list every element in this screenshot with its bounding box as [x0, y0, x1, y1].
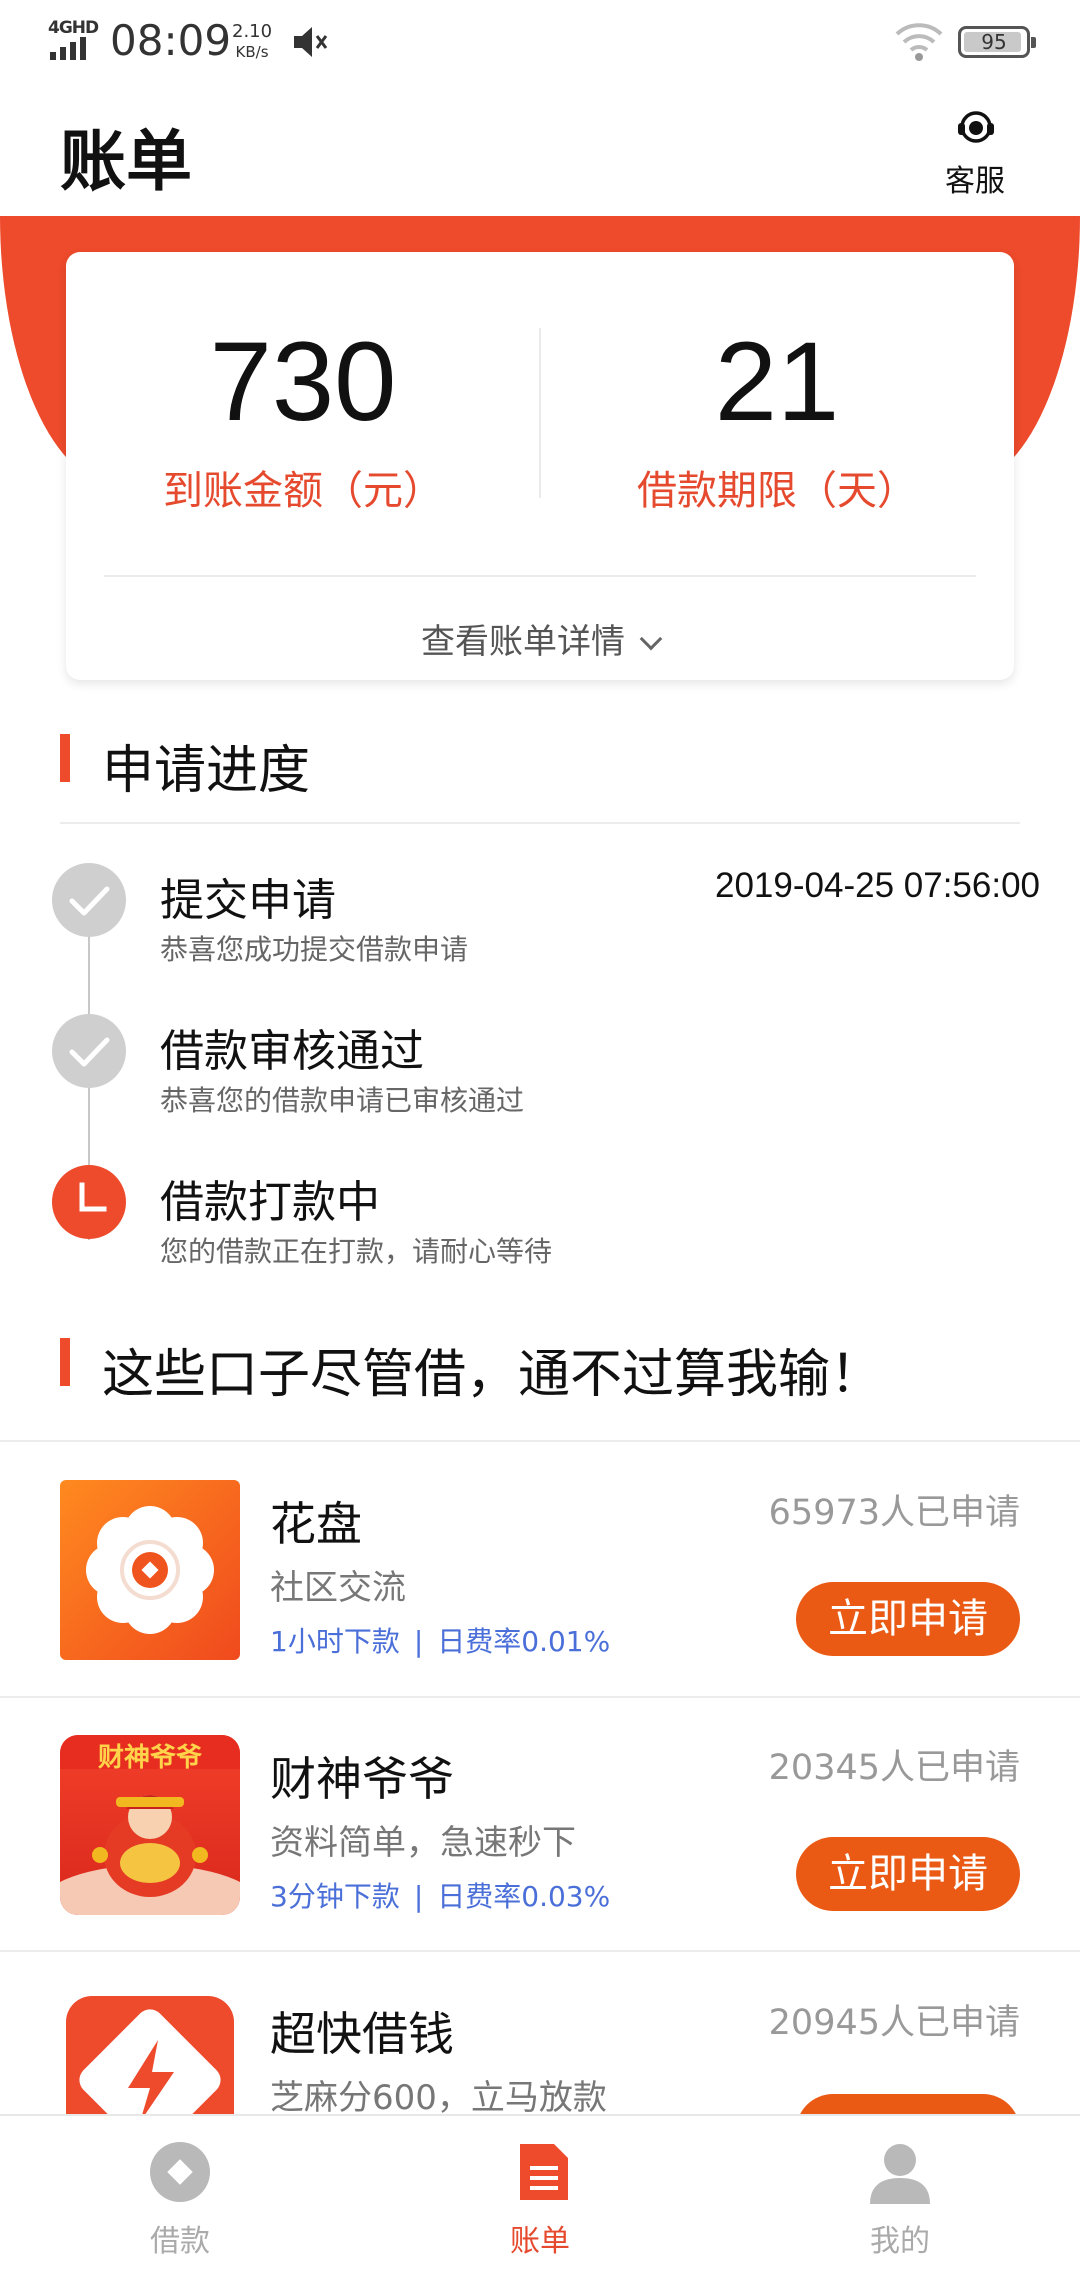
- clock-icon: [52, 1165, 126, 1239]
- loan-description: 资料简单，急速秒下: [270, 1823, 576, 1863]
- step-title: 借款打款中: [160, 1177, 380, 1228]
- apply-now-button[interactable]: 立即申请: [796, 1582, 1020, 1656]
- section-accent-bar: [60, 1338, 70, 1386]
- check-icon: [52, 863, 126, 937]
- step-title: 借款审核通过: [160, 1026, 424, 1077]
- view-bill-details-label: 查看账单详情: [421, 622, 625, 662]
- loan-tag-rate: 日费率0.03%: [437, 1880, 611, 1913]
- flower-logo-icon: [60, 1480, 240, 1660]
- network-speed: 2.10 KB/s: [232, 22, 272, 62]
- amount-label: 到账金额（元）: [163, 468, 443, 514]
- loan-tags: 3分钟下款 | 日费率0.03%: [270, 1875, 610, 1915]
- apply-now-button[interactable]: 立即申请: [796, 1837, 1020, 1911]
- mute-icon: [290, 22, 330, 62]
- loan-tag-speed: 3分钟下款: [270, 1880, 400, 1913]
- speed-value: 2.10: [232, 21, 273, 42]
- step-time: 2019-04-25 07:56:00: [715, 866, 1040, 905]
- customer-service-button[interactable]: 客服: [930, 102, 1020, 202]
- step-subtitle: 您的借款正在打款，请耐心等待: [160, 1235, 553, 1268]
- logo-text: 财神爷爷: [97, 1743, 202, 1773]
- loan-name: 花盘: [270, 1497, 362, 1551]
- progress-section-heading: 申请进度: [102, 741, 311, 801]
- network-type: 4GHD: [48, 18, 99, 38]
- view-bill-details-link[interactable]: 查看账单详情: [66, 614, 1014, 663]
- step-subtitle: 恭喜您成功提交借款申请: [160, 933, 469, 966]
- loan-description: 社区交流: [270, 1568, 406, 1608]
- signal-icon: 4GHD: [48, 18, 100, 60]
- tag-separator: |: [413, 1625, 424, 1658]
- loan-tag-speed: 1小时下款: [270, 1625, 400, 1658]
- diamond-icon: [148, 2140, 212, 2204]
- nav-item-mine[interactable]: 我的: [720, 2116, 1080, 2280]
- god-of-wealth-logo-icon: 财神爷爷: [60, 1735, 240, 1915]
- speed-unit: KB/s: [235, 43, 269, 61]
- user-icon: [868, 2140, 932, 2204]
- battery-icon: 95: [958, 26, 1036, 58]
- section-accent-bar: [60, 734, 70, 782]
- loan-description: 芝麻分600，立马放款: [270, 2078, 607, 2118]
- customer-service-label: 客服: [945, 164, 1005, 199]
- amount-value: 730: [209, 319, 397, 444]
- term-value: 21: [714, 319, 840, 444]
- card-divider: [104, 575, 976, 577]
- progress-divider: [60, 822, 1020, 824]
- nav-item-bill[interactable]: 账单: [360, 2116, 720, 2280]
- battery-level: 95: [981, 30, 1007, 54]
- list-divider: [0, 1696, 1080, 1698]
- recommend-divider: [0, 1440, 1080, 1442]
- loan-tags: 1小时下款 | 日费率0.01%: [270, 1620, 610, 1660]
- term-stat: 21 借款期限（天）: [540, 252, 1014, 562]
- nav-label: 借款: [150, 2224, 210, 2259]
- check-icon: [52, 1014, 126, 1088]
- bottom-nav: 借款 账单 我的: [0, 2114, 1080, 2280]
- loan-item[interactable]: 花盘 社区交流 1小时下款 | 日费率0.01% 65973人已申请 立即申请: [0, 1444, 1080, 1698]
- tag-separator: |: [413, 1880, 424, 1913]
- status-bar: 4GHD 08:09 2.10 KB/s 95: [0, 0, 1080, 86]
- bill-summary-card: 730 到账金额（元） 21 借款期限（天） 查看账单详情: [66, 252, 1014, 680]
- headset-icon: [955, 106, 997, 148]
- loan-name: 超快借钱: [270, 2007, 454, 2061]
- loan-name: 财神爷爷: [270, 1752, 454, 1806]
- document-icon: [512, 2140, 576, 2204]
- step-title: 提交申请: [160, 875, 336, 926]
- nav-label: 账单: [510, 2224, 570, 2259]
- status-time: 08:09: [110, 16, 232, 65]
- app-header: 账单 客服: [0, 86, 1080, 216]
- wifi-icon: [894, 22, 944, 62]
- step-subtitle: 恭喜您的借款申请已审核通过: [160, 1084, 525, 1117]
- applicant-count: 20345人已申请: [768, 1748, 1020, 1788]
- recommend-section-heading: 这些口子尽管借，通不过算我输！: [102, 1345, 883, 1405]
- term-label: 借款期限（天）: [637, 468, 917, 514]
- amount-stat: 730 到账金额（元）: [66, 252, 540, 562]
- loan-tag-rate: 日费率0.01%: [437, 1625, 611, 1658]
- applicant-count: 20945人已申请: [768, 2003, 1020, 2043]
- applicant-count: 65973人已申请: [768, 1493, 1020, 1533]
- loan-item[interactable]: 财神爷爷 财神爷爷 资料简单，急速秒下 3分钟下款 | 日费率0.03% 20345…: [0, 1699, 1080, 1953]
- nav-item-loan[interactable]: 借款: [0, 2116, 360, 2280]
- page-title: 账单: [60, 123, 192, 200]
- list-divider: [0, 1950, 1080, 1952]
- chevron-down-icon: [639, 627, 663, 651]
- nav-label: 我的: [870, 2224, 930, 2259]
